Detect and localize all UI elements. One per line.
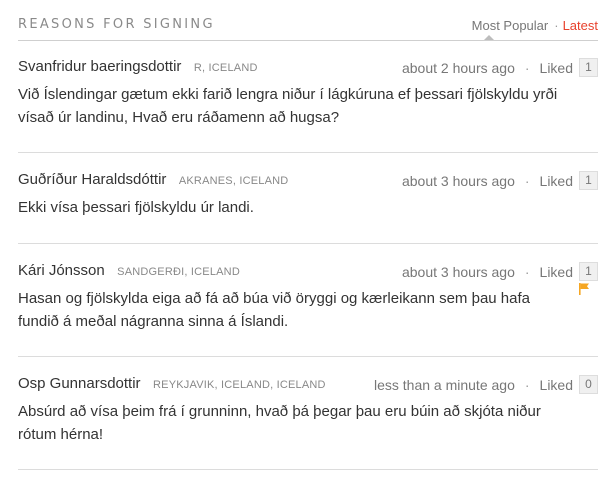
comment-text: Absúrd að vísa þeim frá í grunninn, hvað… [18,403,541,443]
comment-location: SANDGERÐI, ICELAND [117,266,240,278]
comment-author: Kári Jónsson [18,262,105,279]
comment-author: Guðríður Haraldsdóttir [18,171,167,188]
meta-separator: · [524,59,530,76]
comment-meta: less than a minute ago · Liked 0 [374,375,598,394]
like-count: 1 [579,262,598,281]
like-count: 1 [579,58,598,77]
comment-author: Svanfridur baeringsdottir [18,58,182,75]
comment-meta: about 2 hours ago · Liked 1 [402,58,598,77]
sort-separator: · [554,18,559,33]
comment-time: about 3 hours ago [401,263,515,280]
comment-location: AKRANES, ICELAND [178,175,289,187]
comment-header: Kári Jónsson SANDGERÐI, ICELAND about 3 … [18,262,598,281]
sort-most-popular-link[interactable]: Most Popular [472,18,549,33]
like-button[interactable]: Liked [540,173,573,189]
section-header: REASONS FOR SIGNING Most Popular · Latest [18,0,598,41]
comment-location: REYKJAVIK, ICELAND, ICELAND [153,379,326,391]
comment-header: Osp Gunnarsdottir REYKJAVIK, ICELAND, IC… [18,375,598,394]
comment-header: Guðríður Haraldsdóttir AKRANES, ICELAND … [18,171,598,190]
comment-item: Kári Jónsson SANDGERÐI, ICELAND about 3 … [18,262,598,357]
comment-meta: about 3 hours ago · Liked 1 [402,171,598,190]
like-count: 0 [579,375,598,394]
comment-item: Osp Gunnarsdottir REYKJAVIK, ICELAND, IC… [18,375,598,470]
like-count: 1 [579,171,598,190]
comment-text: Við Íslendingar gætum ekki farið lengra … [18,86,558,126]
meta-separator: · [524,263,530,280]
like-button[interactable]: Liked [540,377,573,393]
comment-text: Hasan og fjölskylda eiga að fá að búa vi… [18,290,530,330]
sort-options: Most Popular · Latest [472,18,598,33]
comment-time: about 2 hours ago [401,59,515,76]
comment-item: Svanfridur baeringsdottir R, ICELAND abo… [18,58,598,153]
reasons-for-signing-panel: REASONS FOR SIGNING Most Popular · Latest … [0,0,615,479]
like-button[interactable]: Liked [540,60,573,76]
sort-latest-link[interactable]: Latest [563,18,598,33]
flag-icon[interactable] [578,282,590,296]
comment-location: R, ICELAND [193,62,258,74]
like-button[interactable]: Liked [540,264,573,280]
comment-time: about 3 hours ago [401,172,515,189]
comment-text: Ekki vísa þessari fjölskyldu úr landi. [18,199,254,216]
sort-caret-icon [484,35,494,40]
meta-separator: · [524,172,530,189]
comment-meta: about 3 hours ago · Liked 1 [402,262,598,281]
comment-time: less than a minute ago [373,376,515,393]
meta-separator: · [524,376,530,393]
section-title: REASONS FOR SIGNING [18,17,215,32]
comment-author: Osp Gunnarsdottir [18,375,141,392]
comment-item: Guðríður Haraldsdóttir AKRANES, ICELAND … [18,171,598,244]
comment-header: Svanfridur baeringsdottir R, ICELAND abo… [18,58,598,77]
